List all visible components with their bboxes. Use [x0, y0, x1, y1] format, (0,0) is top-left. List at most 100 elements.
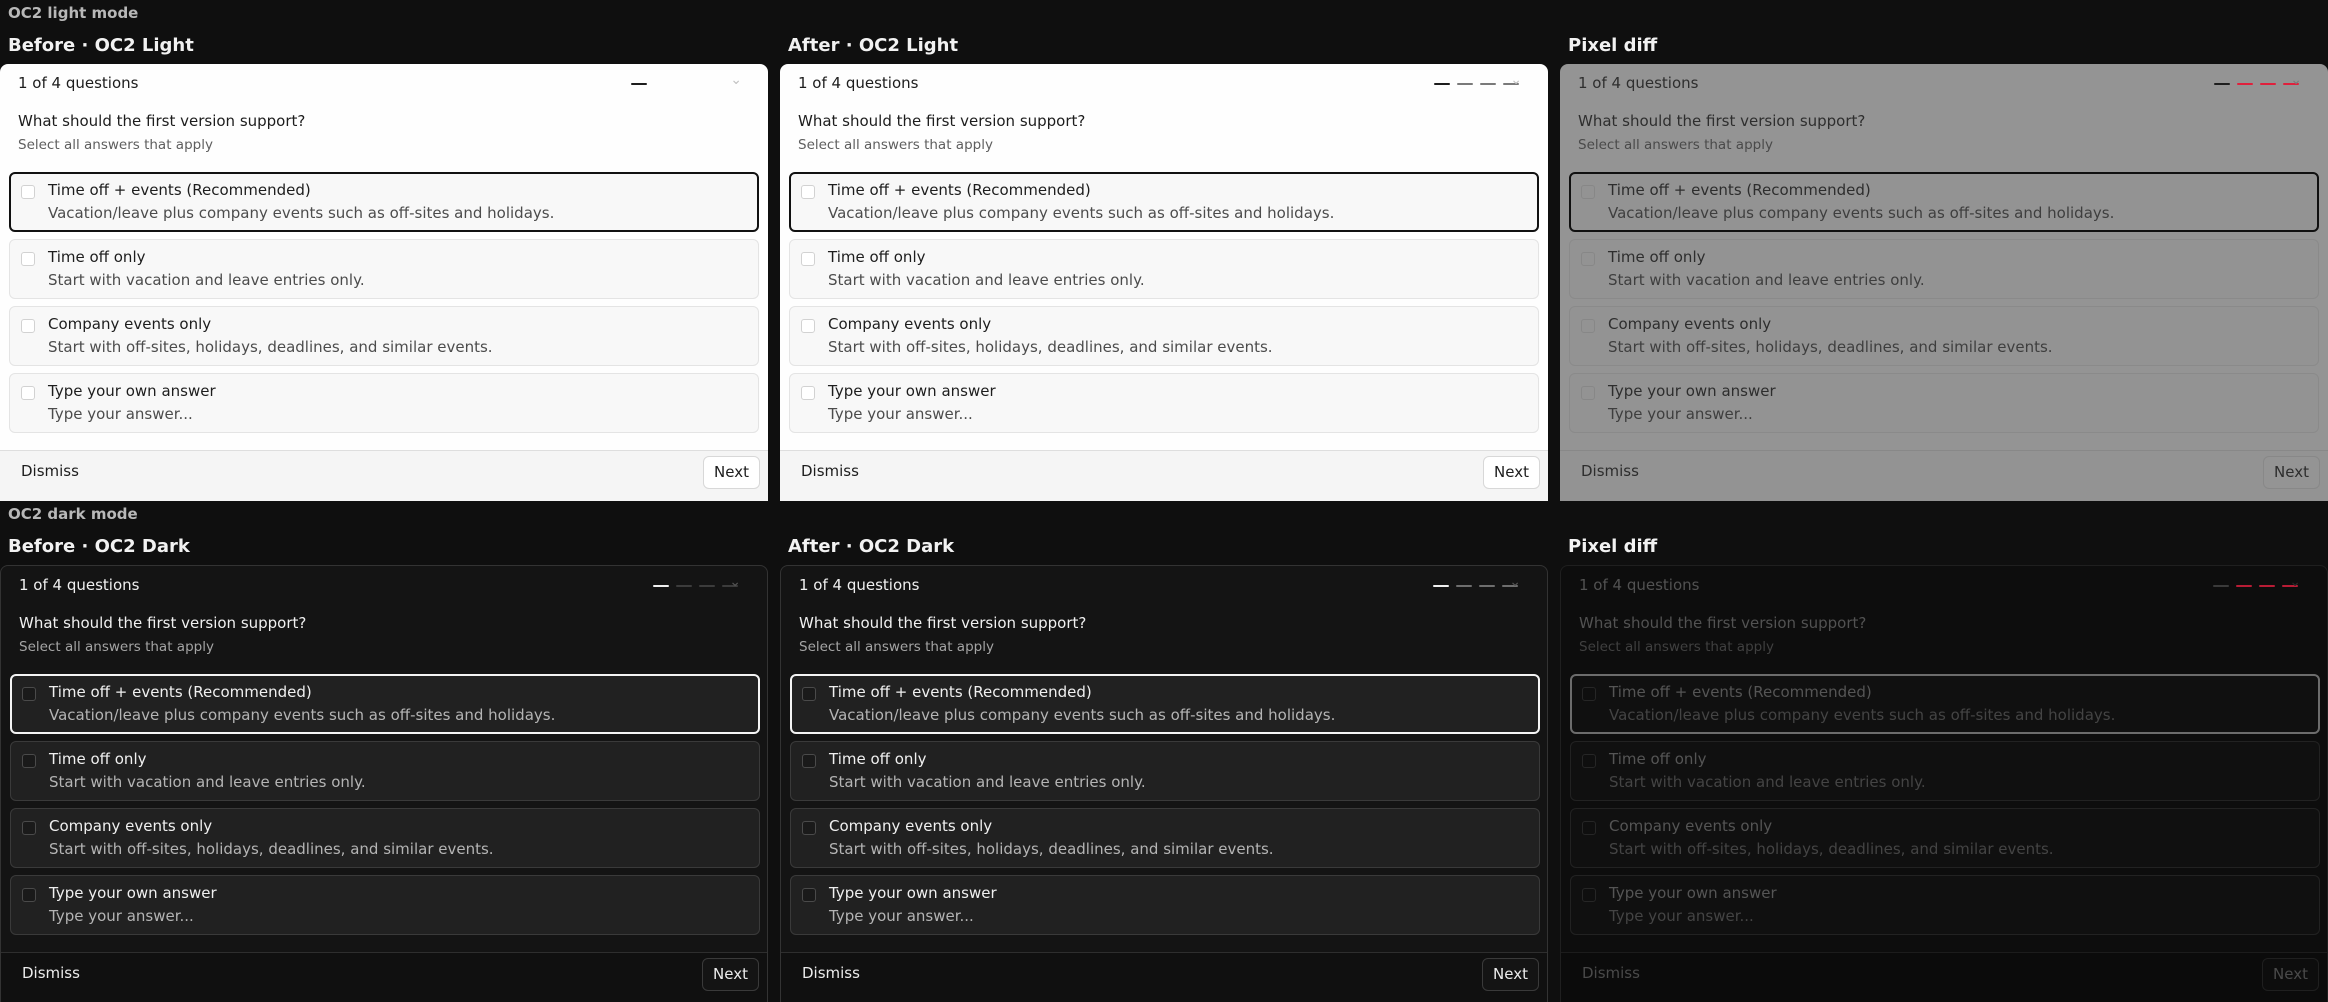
answer-option-1[interactable]: Time off + events (Recommended) Vacation/…	[1569, 172, 2319, 232]
answer-option-4[interactable]: Type your own answer Type your answer...	[1569, 373, 2319, 433]
answer-option-description: Vacation/leave plus company events such …	[1609, 706, 2116, 724]
next-button[interactable]: Next	[1482, 958, 1539, 991]
checkbox-empty-icon[interactable]	[1582, 821, 1596, 835]
answer-option-3[interactable]: Company events only Start with off-sites,…	[790, 808, 1540, 868]
answer-option-4[interactable]: Type your own answer Type your answer...	[9, 373, 759, 433]
answer-option-1[interactable]: Time off + events (Recommended) Vacation/…	[790, 674, 1540, 734]
checkbox-empty-icon[interactable]	[801, 252, 815, 266]
chevron-down-icon[interactable]: ⌄	[2290, 72, 2302, 88]
chevron-down-icon[interactable]: ⌄	[1510, 72, 1522, 88]
dialog-footer	[781, 953, 1547, 1002]
progress-indicator	[653, 585, 738, 587]
checkbox-empty-icon[interactable]	[22, 687, 36, 701]
progress-step-3	[677, 83, 693, 85]
checkbox-empty-icon[interactable]	[1581, 386, 1595, 400]
answer-option-3[interactable]: Company events only Start with off-sites,…	[1569, 306, 2319, 366]
answer-option-title: Type your own answer	[828, 382, 996, 400]
answer-option-title: Time off only	[48, 248, 146, 266]
progress-step-1	[1433, 585, 1449, 587]
progress-step-2	[654, 83, 670, 85]
checkbox-empty-icon[interactable]	[1582, 888, 1596, 902]
dismiss-button[interactable]: Dismiss	[22, 964, 80, 982]
progress-indicator	[1433, 585, 1518, 587]
checkbox-empty-icon[interactable]	[802, 821, 816, 835]
column-title-diff-dark: Pixel diff	[1568, 536, 1658, 557]
answer-option-description[interactable]: Type your answer...	[1608, 405, 1753, 423]
next-button[interactable]: Next	[2262, 958, 2319, 991]
checkbox-empty-icon[interactable]	[801, 185, 815, 199]
progress-step-4	[700, 83, 716, 85]
chevron-down-icon[interactable]: ⌄	[730, 72, 742, 88]
answer-option-description[interactable]: Type your answer...	[1609, 907, 1754, 925]
column-title-before-light: Before · OC2 Light	[8, 35, 194, 56]
answer-option-2[interactable]: Time off only Start with vacation and lea…	[1569, 239, 2319, 299]
dismiss-button[interactable]: Dismiss	[21, 462, 79, 480]
checkbox-empty-icon[interactable]	[22, 888, 36, 902]
answer-option-title: Company events only	[48, 315, 212, 333]
chevron-down-icon[interactable]: ⌄	[729, 574, 741, 590]
checkbox-empty-icon[interactable]	[802, 687, 816, 701]
checkbox-empty-icon[interactable]	[1581, 185, 1595, 199]
checkbox-empty-icon[interactable]	[1582, 687, 1596, 701]
answer-option-description[interactable]: Type your answer...	[49, 907, 194, 925]
progress-step-1	[631, 83, 647, 85]
answer-option-title: Time off only	[828, 248, 926, 266]
progress-step-3	[699, 585, 715, 587]
checkbox-empty-icon[interactable]	[801, 319, 815, 333]
answer-option-description[interactable]: Type your answer...	[829, 907, 974, 925]
chevron-down-icon[interactable]: ⌄	[1509, 574, 1521, 590]
chevron-down-icon[interactable]: ⌄	[2289, 574, 2301, 590]
answer-option-2[interactable]: Time off only Start with vacation and lea…	[790, 741, 1540, 801]
checkbox-empty-icon[interactable]	[801, 386, 815, 400]
question-text: What should the first version support?	[19, 614, 307, 632]
checkbox-empty-icon[interactable]	[1581, 252, 1595, 266]
checkbox-empty-icon[interactable]	[21, 319, 35, 333]
checkbox-empty-icon[interactable]	[802, 888, 816, 902]
checkbox-empty-icon[interactable]	[802, 754, 816, 768]
answer-option-description: Start with vacation and leave entries on…	[1609, 773, 1926, 791]
checkbox-empty-icon[interactable]	[21, 185, 35, 199]
answer-option-4[interactable]: Type your own answer Type your answer...	[1570, 875, 2320, 935]
answer-option-1[interactable]: Time off + events (Recommended) Vacation/…	[1570, 674, 2320, 734]
answer-option-1[interactable]: Time off + events (Recommended) Vacation/…	[9, 172, 759, 232]
answer-option-3[interactable]: Company events only Start with off-sites,…	[9, 306, 759, 366]
answer-option-2[interactable]: Time off only Start with vacation and lea…	[10, 741, 760, 801]
answer-option-title: Company events only	[828, 315, 992, 333]
answer-option-1[interactable]: Time off + events (Recommended) Vacation/…	[789, 172, 1539, 232]
answer-option-description: Start with vacation and leave entries on…	[49, 773, 366, 791]
answer-option-description[interactable]: Type your answer...	[828, 405, 973, 423]
answer-option-2[interactable]: Time off only Start with vacation and lea…	[9, 239, 759, 299]
answer-option-description: Start with off-sites, holidays, deadline…	[48, 338, 493, 356]
dismiss-button[interactable]: Dismiss	[1582, 964, 1640, 982]
answer-option-2[interactable]: Time off only Start with vacation and lea…	[789, 239, 1539, 299]
dialog-footer	[780, 451, 1548, 501]
answer-option-title: Company events only	[1608, 315, 1772, 333]
checkbox-empty-icon[interactable]	[21, 252, 35, 266]
checkbox-empty-icon[interactable]	[22, 754, 36, 768]
question-hint: Select all answers that apply	[19, 639, 214, 655]
answer-option-4[interactable]: Type your own answer Type your answer...	[789, 373, 1539, 433]
checkbox-empty-icon[interactable]	[22, 821, 36, 835]
answer-option-4[interactable]: Type your own answer Type your answer...	[790, 875, 1540, 935]
dismiss-button[interactable]: Dismiss	[801, 462, 859, 480]
next-button[interactable]: Next	[702, 958, 759, 991]
answer-option-3[interactable]: Company events only Start with off-sites,…	[10, 808, 760, 868]
checkbox-empty-icon[interactable]	[1581, 319, 1595, 333]
next-button[interactable]: Next	[2263, 456, 2320, 489]
answer-option-1[interactable]: Time off + events (Recommended) Vacation/…	[10, 674, 760, 734]
answer-option-3[interactable]: Company events only Start with off-sites,…	[789, 306, 1539, 366]
answer-option-description: Vacation/leave plus company events such …	[49, 706, 556, 724]
answer-option-description: Start with vacation and leave entries on…	[1608, 271, 1925, 289]
answer-option-3[interactable]: Company events only Start with off-sites,…	[1570, 808, 2320, 868]
answer-option-4[interactable]: Type your own answer Type your answer...	[10, 875, 760, 935]
question-text: What should the first version support?	[18, 112, 306, 130]
answer-option-2[interactable]: Time off only Start with vacation and lea…	[1570, 741, 2320, 801]
checkbox-empty-icon[interactable]	[1582, 754, 1596, 768]
next-button[interactable]: Next	[1483, 456, 1540, 489]
dismiss-button[interactable]: Dismiss	[1581, 462, 1639, 480]
checkbox-empty-icon[interactable]	[21, 386, 35, 400]
answer-option-description[interactable]: Type your answer...	[48, 405, 193, 423]
dismiss-button[interactable]: Dismiss	[802, 964, 860, 982]
next-button[interactable]: Next	[703, 456, 760, 489]
panel-diff-dark: 1 of 4 questions ⌄ What should the first v…	[1560, 565, 2328, 1002]
